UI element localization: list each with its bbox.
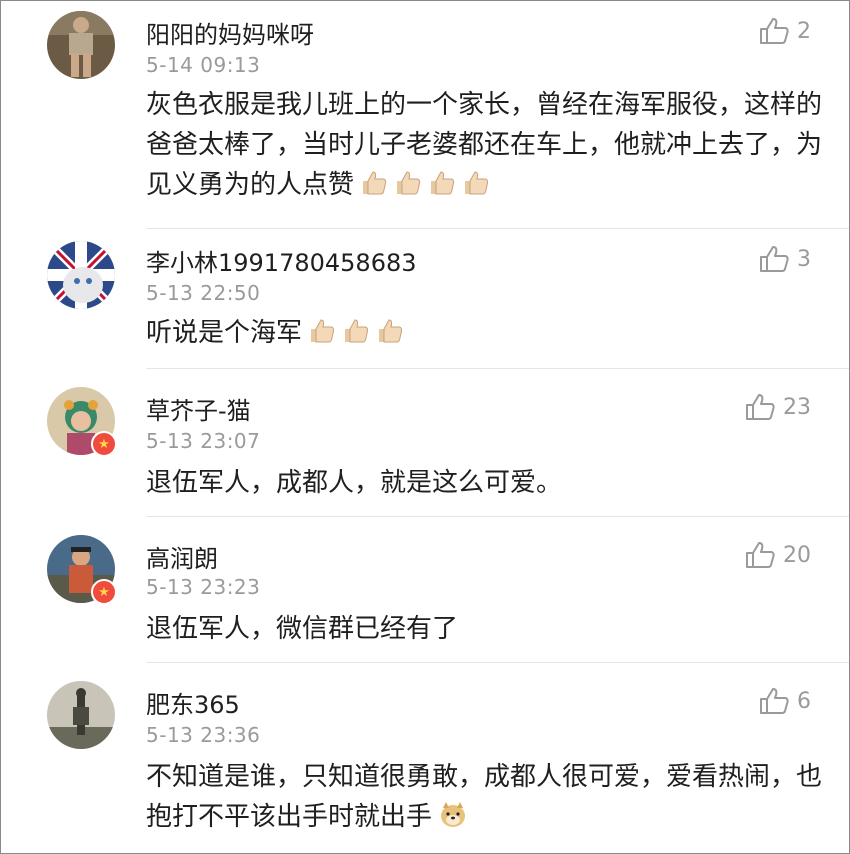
verified-badge: ★ <box>91 579 117 605</box>
comment-item: 李小林1991780458683 5-13 22:50 3 听说是个海军 <box>1 229 849 369</box>
thumbs-up-icon <box>363 171 387 195</box>
comment-item: ★ 高润朗 5-13 23:23 20 退伍军人，微信群已经有了 <box>1 517 849 663</box>
thumbs-up-icon <box>345 319 369 343</box>
thumbs-up-icon <box>760 688 789 714</box>
timestamp: 5-13 23:36 <box>146 723 261 747</box>
comment-text: 退伍军人，成都人，就是这么可爱。 <box>146 468 563 498</box>
comment-text: 听说是个海军 <box>146 313 826 353</box>
like-button[interactable]: 20 <box>745 541 811 569</box>
thumbs-up-icon <box>760 18 789 44</box>
comment-item: 阳阳的妈妈咪呀 5-14 09:13 2 灰色衣服是我儿班上的一个家长，曾经在海… <box>1 1 849 229</box>
verified-badge: ★ <box>91 431 117 457</box>
emoji-row <box>302 318 404 348</box>
avatar[interactable]: ★ <box>47 387 117 457</box>
thumbs-up-icon <box>465 171 489 195</box>
avatar[interactable] <box>47 11 115 79</box>
username[interactable]: 肥东365 <box>146 685 240 720</box>
avatar[interactable]: ★ <box>47 535 117 605</box>
avatar[interactable] <box>47 241 115 309</box>
thumbs-up-icon <box>746 394 775 420</box>
thumbs-up-icon <box>431 171 455 195</box>
like-button[interactable]: 23 <box>745 393 811 421</box>
username[interactable]: 草芥子-猫 <box>146 391 251 426</box>
like-count: 2 <box>797 18 811 44</box>
doge-icon <box>441 802 466 827</box>
username[interactable]: 阳阳的妈妈咪呀 <box>146 15 314 50</box>
username[interactable]: 高润朗 <box>146 539 218 574</box>
like-count: 20 <box>783 542 811 568</box>
comment-text: 灰色衣服是我儿班上的一个家长，曾经在海军服役，这样的爸爸太棒了，当时儿子老婆都还… <box>146 90 823 200</box>
thumbs-up-icon <box>397 171 421 195</box>
emoji-row <box>354 170 490 200</box>
thumbs-up-icon <box>760 246 789 272</box>
like-count: 3 <box>797 246 811 272</box>
timestamp: 5-14 09:13 <box>146 53 261 77</box>
like-button[interactable]: 6 <box>759 687 811 715</box>
like-button[interactable]: 3 <box>759 245 811 273</box>
like-button[interactable]: 2 <box>759 17 811 45</box>
timestamp: 5-13 23:23 <box>146 575 261 599</box>
comment-text: 不知道是谁，只知道很勇敢，成都人很可爱，爱看热闹，也抱打不平该出手时就出手 <box>146 762 823 832</box>
avatar[interactable] <box>47 681 115 749</box>
thumbs-up-icon <box>746 542 775 568</box>
thumbs-up-icon <box>311 319 335 343</box>
timestamp: 5-13 23:07 <box>146 429 261 453</box>
comment-item: ★ 草芥子-猫 5-13 23:07 23 退伍军人，成都人，就是这么可爱。 <box>1 369 849 517</box>
thumbs-up-icon <box>379 319 403 343</box>
comment-text: 退伍军人，微信群已经有了 <box>146 614 459 644</box>
timestamp: 5-13 22:50 <box>146 281 261 305</box>
like-count: 23 <box>783 394 811 420</box>
like-count: 6 <box>797 688 811 714</box>
username[interactable]: 李小林1991780458683 <box>146 243 417 278</box>
comment-list: 阳阳的妈妈咪呀 5-14 09:13 2 灰色衣服是我儿班上的一个家长，曾经在海… <box>0 0 850 854</box>
comment-item: 肥东365 5-13 23:36 6 不知道是谁，只知道很勇敢，成都人很可爱，爱… <box>1 663 849 853</box>
